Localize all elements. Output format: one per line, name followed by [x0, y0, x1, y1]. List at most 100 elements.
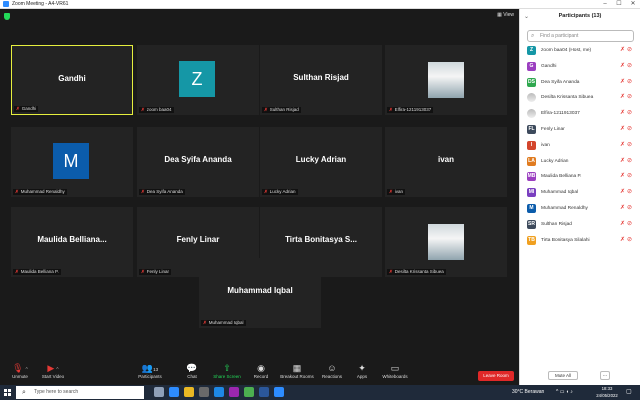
participant-row[interactable]: M Muhammad Renaldhy ✗ ⊘ — [527, 203, 637, 215]
app-icon[interactable] — [229, 387, 239, 397]
breakout-rooms-label: Breakout Rooms — [280, 374, 314, 379]
video-tile[interactable]: Muhammad Iqbal ✗ Muhammad Iqbal — [199, 258, 321, 328]
share-screen-label: Share Screen — [213, 374, 241, 379]
edge-icon[interactable] — [169, 387, 179, 397]
participants-button[interactable]: 👥13 Participants — [130, 363, 170, 379]
video-tile[interactable]: ✗ Elfira-1211913037 — [385, 45, 507, 115]
mail-icon[interactable] — [214, 387, 224, 397]
minimize-icon[interactable]: – — [598, 0, 612, 9]
participant-row[interactable]: SR Sulthan Risjad ✗ ⊘ — [527, 219, 637, 231]
video-tile[interactable]: Sulthan Risjad ✗ Sulthan Risjad — [260, 45, 382, 115]
participant-search-input[interactable]: ⌕ Find a participant — [527, 30, 634, 42]
close-window-icon[interactable]: ✕ — [626, 0, 640, 9]
participant-row[interactable]: Desilta Krissanta Sibuea ✗ ⊘ — [527, 92, 637, 104]
taskbar-search-input[interactable]: ⌕ Type here to search — [16, 386, 144, 399]
participant-row[interactable]: G Gandhi ✗ ⊘ — [527, 61, 637, 73]
muted-mic-icon: ✗ — [620, 141, 626, 148]
chrome-icon[interactable] — [244, 387, 254, 397]
muted-mic-icon: ✗ — [620, 47, 626, 53]
participant-row[interactable]: MI Muhammad Iqbal ✗ ⊘ — [527, 187, 637, 199]
window-title: Zoom Meeting - A4-VR61 — [12, 1, 69, 7]
tile-name-label: ✗ Lucky Adrian — [262, 189, 298, 195]
profile-photo — [428, 62, 464, 98]
chat-icon: 💬 — [186, 363, 198, 373]
participant-name: Muhammad Iqbal — [541, 190, 579, 196]
tile-display-name: Sulthan Risjad — [293, 73, 349, 82]
record-button[interactable]: ◉ Record — [241, 363, 281, 379]
muted-mic-icon: ✗ — [620, 110, 626, 117]
meeting-toolbar: 🎙 ^ Unmute ▶ ^ Start Video 👥13 Participants 💬… — [0, 361, 519, 385]
weather-widget[interactable]: 30°C Berawan — [512, 385, 544, 400]
store-icon[interactable] — [199, 387, 209, 397]
participant-avatar — [527, 93, 536, 103]
zoom-logo-icon — [3, 1, 9, 7]
tile-label-text: zoom baa04 — [146, 107, 172, 112]
tile-name-label: ✗ Sulthan Risjad — [262, 107, 301, 113]
windows-taskbar: ⌕ Type here to search 30°C Berawan ^ ▭ ◖ … — [0, 385, 640, 400]
file-explorer-icon[interactable] — [184, 387, 194, 397]
muted-mic-icon: ✗ — [620, 157, 626, 164]
start-video-button[interactable]: ▶ ^ Start Video — [33, 363, 73, 379]
chat-label: Chat — [187, 374, 197, 379]
tile-display-name: Gandhi — [58, 74, 86, 83]
participant-row[interactable]: FL Fenly Linar ✗ ⊘ — [527, 124, 637, 136]
breakout-rooms-button[interactable]: ▦ Breakout Rooms — [277, 363, 317, 379]
video-tile[interactable]: ✗ Desilta Krissanta Sibuea — [385, 207, 507, 277]
record-icon: ◉ — [257, 363, 265, 373]
video-tile[interactable]: Gandhi ✗ Gandhi — [11, 45, 133, 115]
tile-name-label: ✗ Elfira-1211913037 — [387, 107, 434, 113]
participant-name: Tirta Bonitasya Silalahi — [541, 237, 590, 243]
tile-display-name: ivan — [437, 155, 454, 164]
chevron-up-icon[interactable]: ^ — [56, 367, 58, 373]
muted-mic-icon: ✗ — [15, 189, 19, 194]
video-tile[interactable]: ivan ✗ ivan — [385, 127, 507, 197]
clock-date: 24/05/2022 — [596, 392, 618, 398]
mute-all-button[interactable]: Mute All — [548, 371, 578, 380]
notification-icon[interactable]: ▢ — [626, 388, 632, 395]
participant-row[interactable]: TB Tirta Bonitasya Silalahi ✗ ⊘ — [527, 235, 637, 247]
participant-name: Muhammad Renaldhy — [541, 206, 588, 211]
participant-row[interactable]: Iivan ✗ ⊘ — [527, 140, 637, 152]
participant-row[interactable]: LA Lucky Adrian ✗ ⊘ — [527, 156, 637, 168]
participant-name: zoom baa04 (Host, me) — [541, 48, 592, 53]
participant-row[interactable]: DS Dea Syifa Ananda ✗ ⊘ — [527, 77, 637, 89]
tile-label-text: Elfira-1211913037 — [394, 107, 432, 112]
muted-mic-icon: ✗ — [620, 78, 626, 85]
participant-row[interactable]: Elfira-1211913037 ✗ ⊘ — [527, 108, 637, 120]
chat-button[interactable]: 💬 Chat — [172, 363, 212, 379]
muted-mic-icon: ✗ — [264, 107, 268, 112]
participant-row[interactable]: MB Maulida Belliana P. ✗ ⊘ — [527, 171, 637, 183]
muted-mic-icon: ✗ — [620, 173, 626, 180]
participant-avatar — [527, 109, 536, 119]
muted-mic-icon: ✗ — [620, 189, 626, 196]
window-titlebar: Zoom Meeting - A4-VR61 – ☐ ✕ — [0, 0, 640, 9]
system-tray-icons[interactable]: ^ ▭ ◖ ♪ — [556, 385, 573, 400]
video-off-icon: ⊘ — [627, 62, 633, 69]
tile-name-label: ✗ Maulida Belliana P. — [13, 269, 61, 275]
taskbar-search-placeholder: Type here to search — [34, 389, 79, 395]
word-icon[interactable] — [259, 387, 269, 397]
tile-label-text: Sulthan Risjad — [269, 107, 299, 112]
more-options-button[interactable]: ... — [600, 371, 610, 380]
chevron-up-icon[interactable]: ^ — [26, 367, 28, 373]
maximize-icon[interactable]: ☐ — [612, 0, 626, 9]
record-label: Record — [253, 374, 269, 379]
view-button[interactable]: ▦ View — [497, 12, 514, 18]
video-tile[interactable]: M ✗ Muhammad Renaldhy — [11, 127, 133, 197]
video-tile[interactable]: Lucky Adrian ✗ Lucky Adrian — [260, 127, 382, 197]
windows-start-icon[interactable] — [4, 389, 11, 396]
participant-row[interactable]: Zzoom baa04 (Host, me) ✗ ⊘ — [527, 45, 637, 57]
video-tile[interactable]: Maulida Belliana... ✗ Maulida Belliana P. — [11, 207, 133, 277]
video-off-icon: ⊘ — [627, 78, 633, 85]
whiteboards-button[interactable]: ▭ Whiteboards — [375, 363, 415, 379]
participant-name: Sulthan Risjad — [541, 221, 572, 227]
task-view-icon[interactable] — [154, 387, 164, 397]
video-tile[interactable]: Dea Syifa Ananda ✗ Dea Syifa Ananda — [137, 127, 259, 197]
security-shield-icon[interactable] — [4, 13, 10, 20]
video-tile[interactable]: Z ✗ zoom baa04 — [137, 45, 259, 115]
tile-name-label: ✗ Desilta Krissanta Sibuea — [387, 269, 446, 275]
zoom-taskbar-icon[interactable] — [274, 387, 284, 397]
participants-panel: ⌄ Participants (13) ⌕ Find a participant … — [519, 9, 640, 385]
leave-room-button[interactable]: Leave Room — [478, 371, 514, 381]
taskbar-clock[interactable]: 18:33 24/05/2022 — [594, 386, 620, 399]
